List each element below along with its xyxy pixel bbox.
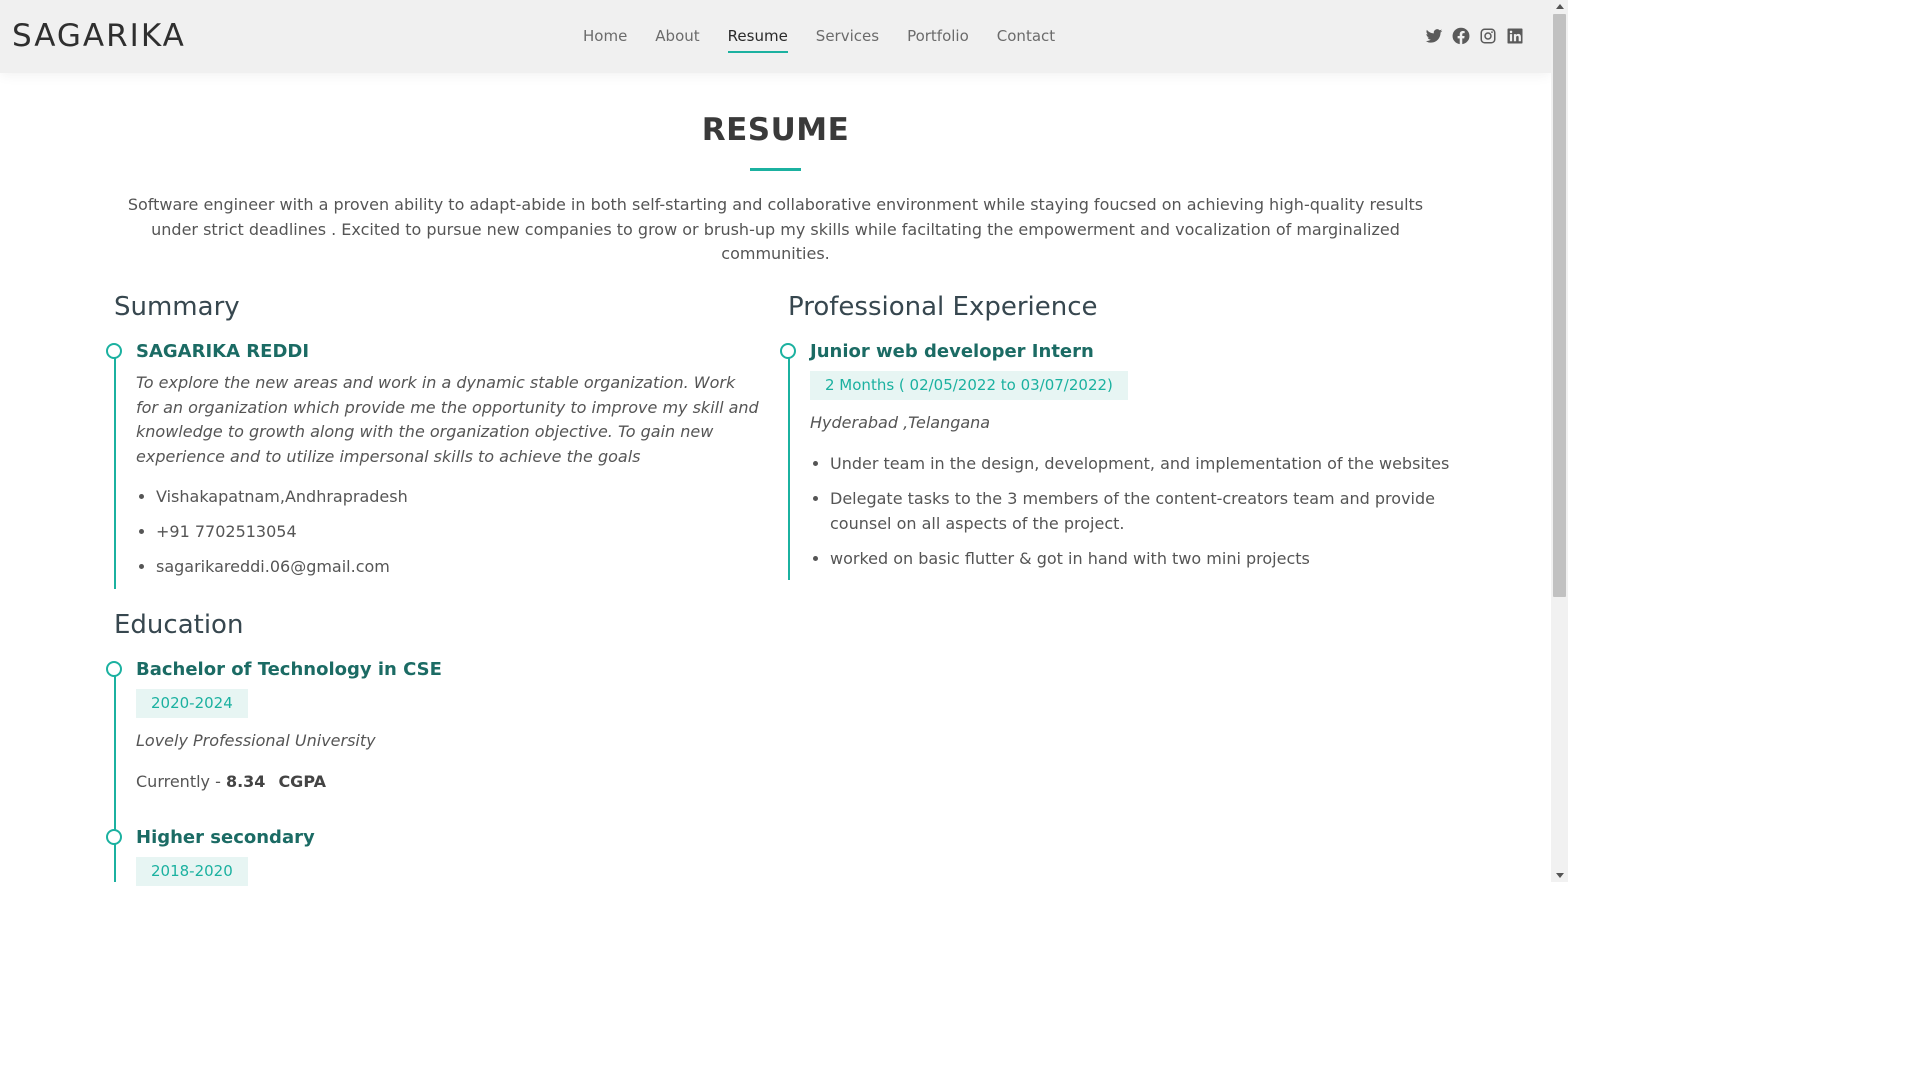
experience-heading: Professional Experience [788, 292, 1098, 322]
scroll-down-arrow-icon[interactable] [1556, 873, 1564, 878]
site-header: SAGARIKA Home About Resume Services Port… [0, 0, 1551, 73]
education-score: Currently - 8.34 CGPA [136, 772, 326, 791]
contact-phone: +91 7702513054 [156, 520, 408, 545]
summary-timeline-line [114, 351, 116, 589]
experience-item-title: Junior web developer Intern [810, 341, 1094, 362]
experience-bullet: Delegate tasks to the 3 members of the c… [830, 487, 1450, 536]
timeline-dot [106, 343, 122, 359]
timeline-dot [106, 661, 122, 677]
linkedin-icon[interactable] [1506, 27, 1524, 45]
experience-location: Hyderabad ,Telangana [810, 413, 991, 432]
summary-name: SAGARIKA REDDI [136, 341, 310, 362]
social-links [1425, 27, 1524, 45]
contact-location: Vishakapatnam,Andhrapradesh [156, 485, 408, 510]
title-underline [750, 168, 801, 171]
timeline-dot [106, 829, 122, 845]
experience-bullet: Under team in the design, development, a… [830, 452, 1450, 477]
education-item-title: Higher secondary [136, 827, 315, 848]
instagram-icon[interactable] [1479, 27, 1497, 45]
summary-heading: Summary [114, 292, 240, 322]
experience-period-badge: 2 Months ( 02/05/2022 to 03/07/2022) [810, 371, 1128, 400]
nav-portfolio[interactable]: Portfolio [893, 26, 983, 46]
page-title: RESUME [701, 112, 850, 148]
page-scrollbar[interactable] [1551, 0, 1568, 882]
site-logo[interactable]: SAGARIKA [12, 18, 186, 54]
nav-services[interactable]: Services [802, 26, 893, 46]
main-nav: Home About Resume Services Portfolio Con… [569, 26, 1069, 53]
education-period-badge: 2020-2024 [136, 689, 248, 718]
score-value: 8.34 [225, 772, 266, 791]
experience-timeline-line [788, 351, 790, 580]
nav-contact[interactable]: Contact [983, 26, 1069, 46]
score-unit: CGPA [278, 772, 326, 791]
education-item-title: Bachelor of Technology in CSE [136, 659, 442, 680]
contact-email: sagarikareddi.06@gmail.com [156, 555, 408, 580]
education-period-badge: 2018-2020 [136, 857, 248, 886]
summary-contact-list: Vishakapatnam,Andhrapradesh +91 77025130… [136, 485, 408, 580]
twitter-icon[interactable] [1425, 27, 1443, 45]
scroll-up-arrow-icon[interactable] [1556, 4, 1564, 9]
timeline-dot [780, 343, 796, 359]
nav-resume[interactable]: Resume [714, 26, 802, 53]
scrollbar-thumb[interactable] [1553, 14, 1566, 597]
experience-bullet: worked on basic flutter & got in hand wi… [830, 547, 1450, 572]
intro-text: Software engineer with a proven ability … [127, 195, 1424, 263]
experience-bullet-list: Under team in the design, development, a… [810, 452, 1450, 571]
education-heading: Education [114, 610, 244, 640]
score-prefix: Currently - [136, 772, 226, 791]
facebook-icon[interactable] [1452, 27, 1470, 45]
education-institution: Lovely Professional University [136, 731, 376, 750]
nav-about[interactable]: About [641, 26, 713, 46]
education-timeline-line [114, 669, 116, 882]
summary-objective: To explore the new areas and work in a d… [136, 373, 759, 466]
nav-home[interactable]: Home [569, 26, 641, 46]
